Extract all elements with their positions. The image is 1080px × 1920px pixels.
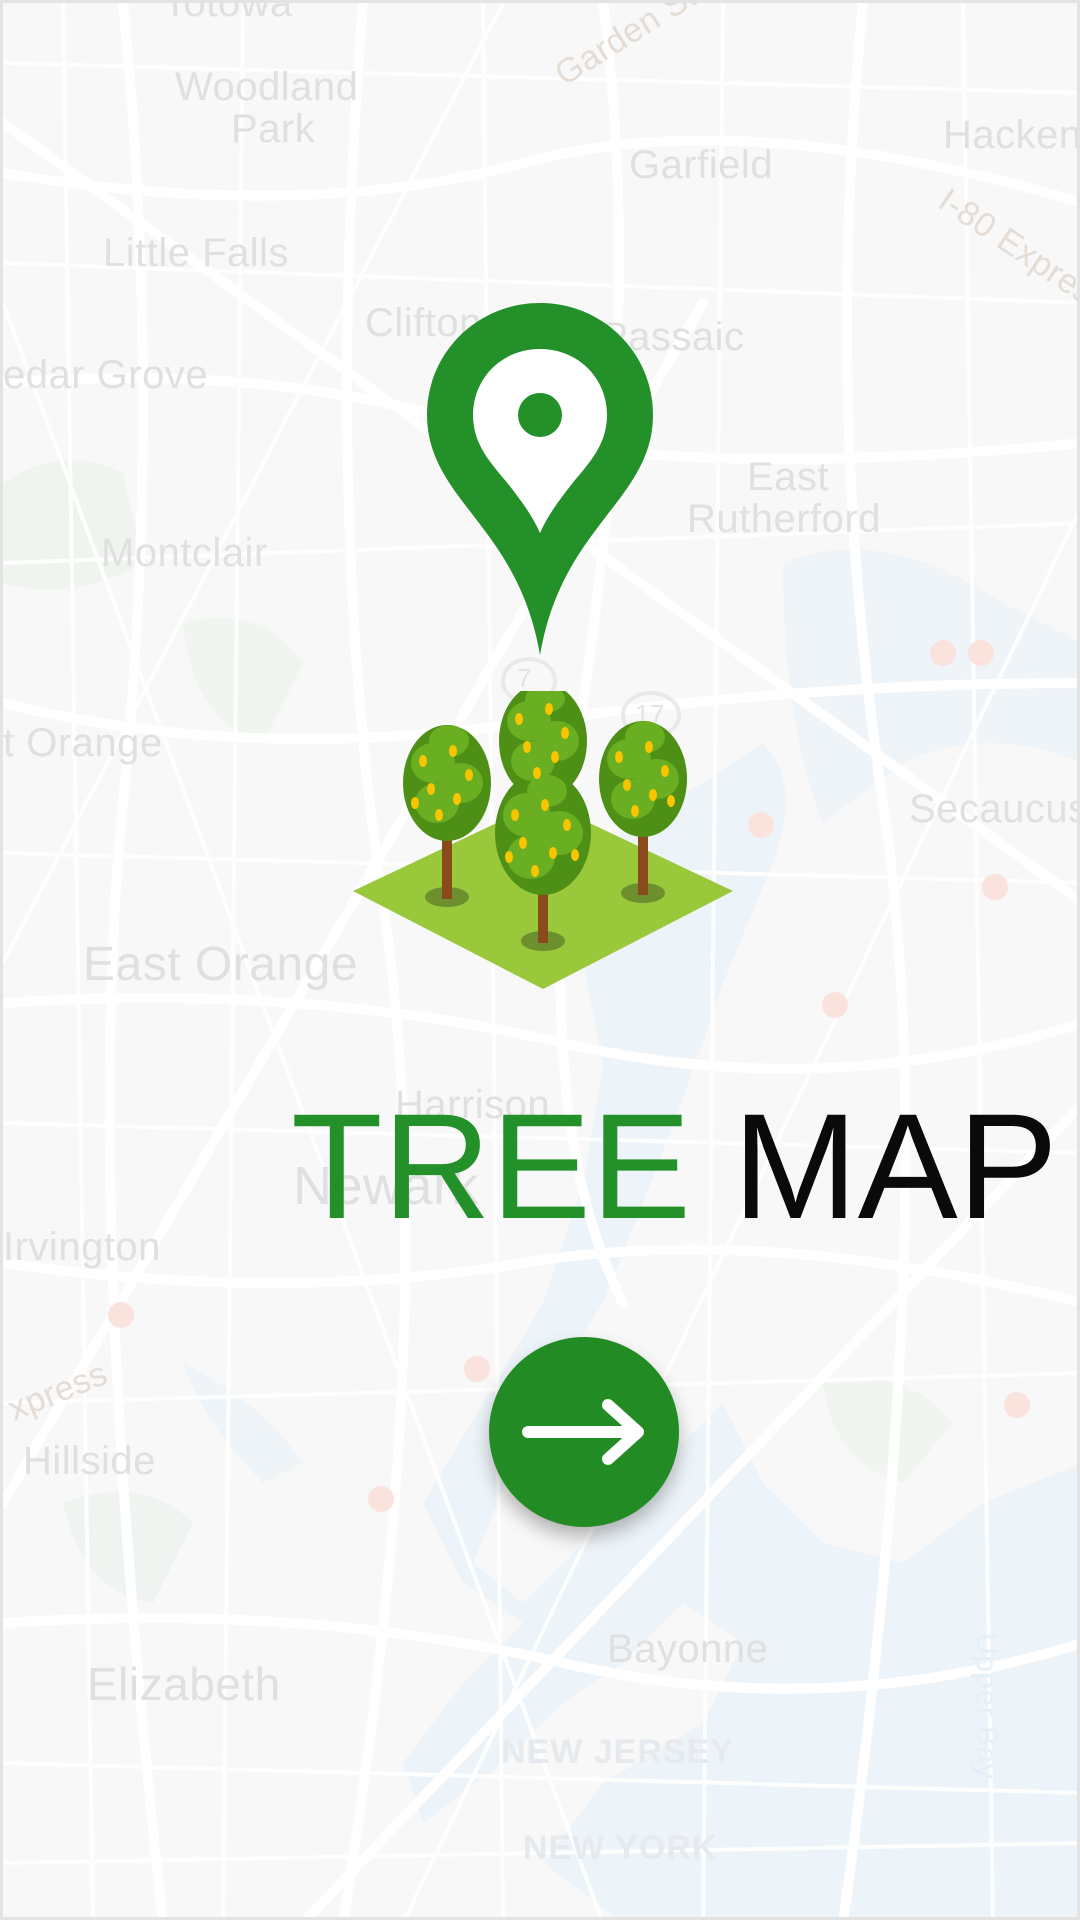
app-title-map: MAP <box>732 1082 1058 1250</box>
app-title-tree: TREE <box>291 1082 692 1250</box>
trees-icon <box>353 691 733 989</box>
location-pin-icon <box>427 303 653 655</box>
continue-button[interactable] <box>489 1337 679 1527</box>
app-title: TREE MAP <box>291 1091 1058 1241</box>
arrow-right-icon <box>522 1399 644 1465</box>
splash-screen: Totowa Woodland Park Garden State Garfie… <box>0 0 1080 1920</box>
